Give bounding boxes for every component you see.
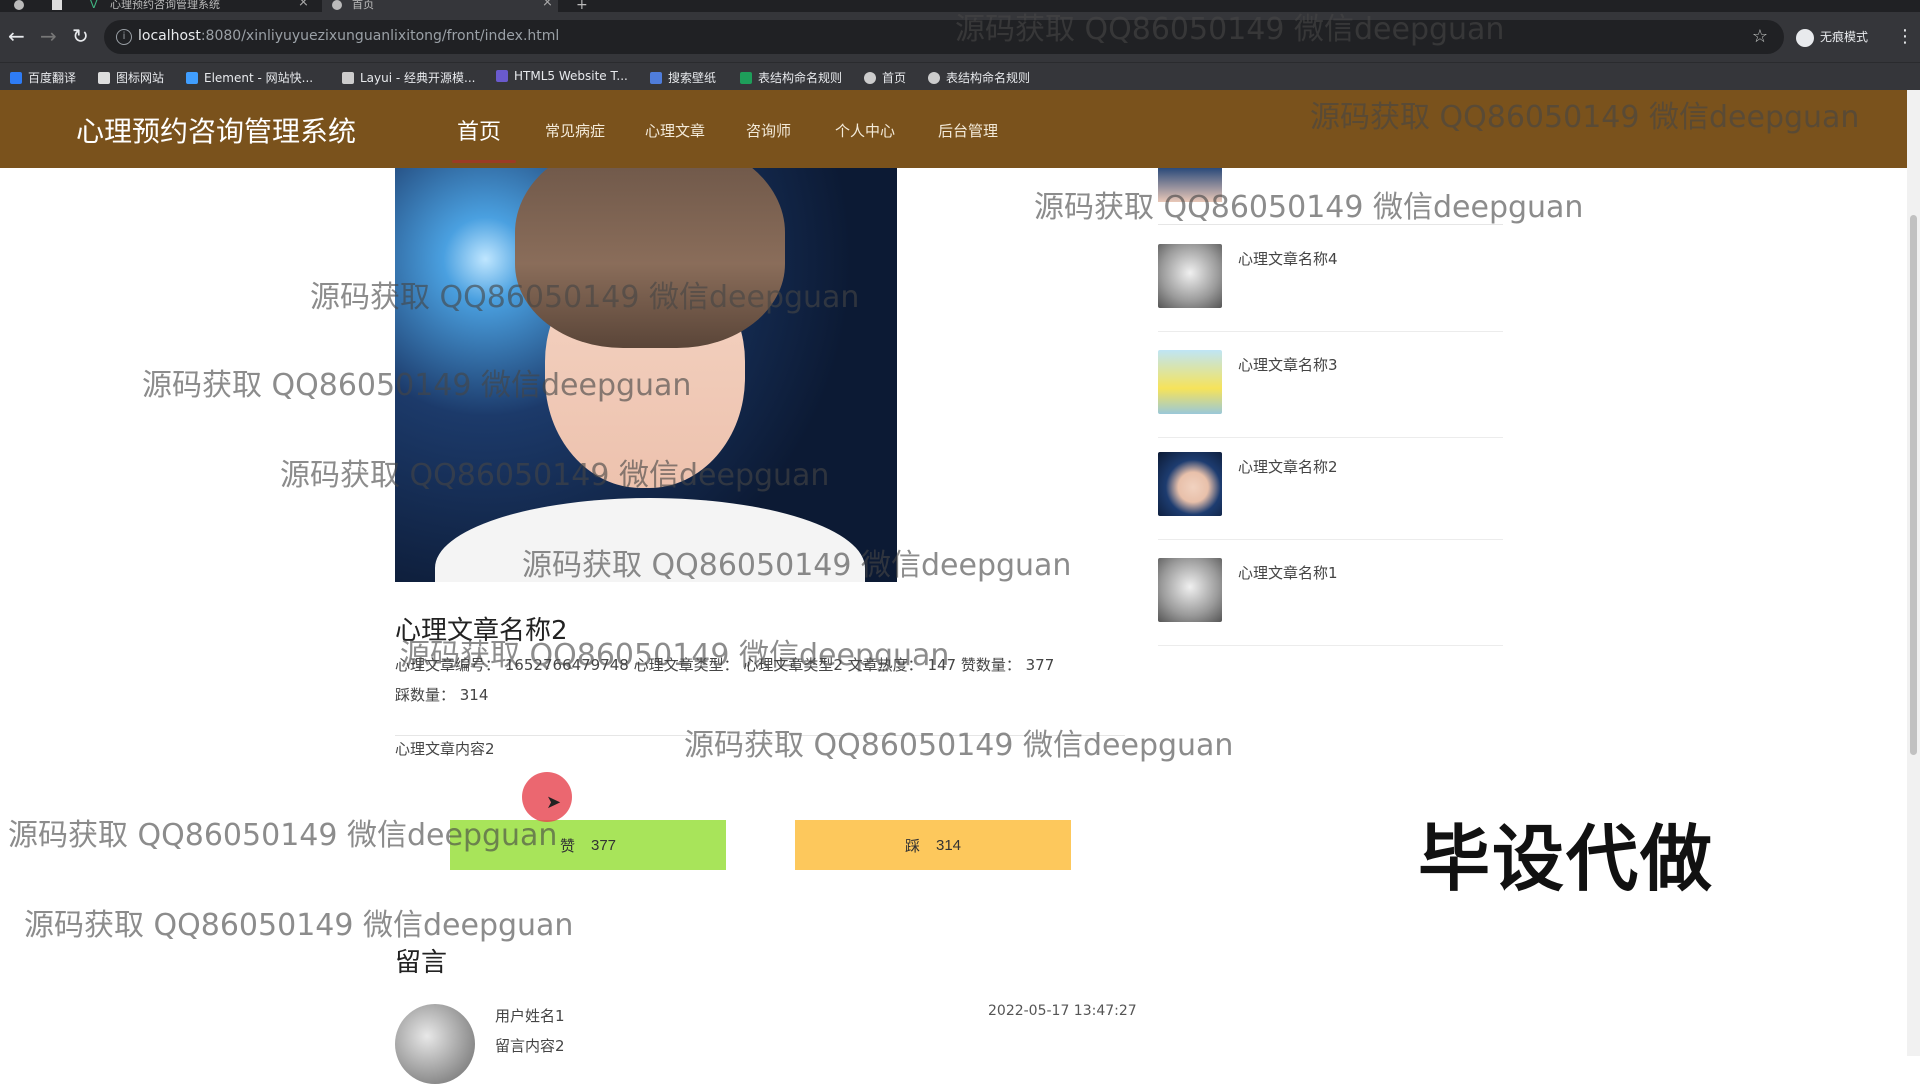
address-bar: ← → ↻ i localhost:8080/xinliyuyuezixungu…	[0, 12, 1920, 62]
article-meta: 心理文章编号： 1652766479748 心理文章类型： 心理文章类型2 文章…	[395, 656, 1055, 674]
url-text: localhost:8080/xinliyuyuezixunguanlixito…	[138, 28, 560, 44]
bookmark-item[interactable]: Layui - 经典开源模...	[342, 69, 475, 86]
comment-timestamp: 2022-05-17 13:47:27	[988, 1003, 1137, 1019]
bookmark-item[interactable]: 表结构命名规则	[928, 69, 1030, 86]
site-title[interactable]: 心理预约咨询管理系统	[76, 110, 356, 150]
article-dislike-meta: 踩数量： 314	[395, 686, 489, 704]
nav-counselors[interactable]: 咨询师	[746, 120, 791, 141]
comments-heading: 留言	[395, 948, 448, 978]
divider	[395, 735, 1125, 736]
nav-common-symptoms[interactable]: 常见病症	[545, 120, 605, 141]
nav-personal-center[interactable]: 个人中心	[835, 120, 895, 141]
sheet-icon	[740, 72, 752, 84]
sidebar-article-item[interactable]: 心理文章名称2	[1158, 434, 1503, 540]
globe-icon	[332, 0, 342, 10]
sidebar-article-item[interactable]: 心理文章名称1	[1158, 540, 1503, 646]
close-icon[interactable]: ×	[298, 0, 309, 9]
article-thumbnail	[1158, 350, 1222, 414]
bookmark-item[interactable]: 百度翻译	[10, 69, 76, 86]
article-thumbnail	[1158, 244, 1222, 308]
sidebar-article-title: 心理文章名称4	[1238, 250, 1338, 268]
sidebar-article-item[interactable]: 心理文章名称4	[1158, 226, 1503, 332]
promo-stamp: 毕设代做	[1418, 817, 1715, 901]
more-icon[interactable]: ⋮	[1896, 26, 1914, 47]
bookmark-item[interactable]: 首页	[864, 69, 906, 86]
tab-overview-icon[interactable]	[52, 0, 72, 12]
browser-menu-icon[interactable]	[14, 0, 34, 12]
sidebar-article-item[interactable]: 心理文章名称3	[1158, 332, 1503, 438]
watermark-text: 源码获取 QQ86050149 微信deepguan	[684, 728, 1234, 763]
bookmark-item[interactable]: 图标网站	[98, 69, 164, 86]
nav-active-indicator	[452, 160, 516, 163]
article-thumbnail	[1158, 452, 1222, 516]
scrollbar-thumb[interactable]	[1910, 215, 1917, 755]
mouse-cursor-icon: ➤	[546, 792, 562, 813]
bookmarks-bar: 百度翻译 图标网站 Element - 网站快... Layui - 经典开源模…	[0, 62, 1920, 91]
article-thumbnail	[1158, 558, 1222, 622]
layui-icon	[342, 72, 354, 84]
vue-icon: V	[90, 0, 98, 11]
sidebar-article-title: 心理文章名称3	[1238, 356, 1338, 374]
bookmark-item[interactable]: 搜索壁纸	[650, 69, 716, 86]
element-icon	[186, 72, 198, 84]
new-tab-icon[interactable]: +	[576, 0, 588, 12]
watermark-text: 源码获取 QQ86050149 微信deepguan	[1034, 190, 1584, 225]
close-icon[interactable]: ×	[542, 0, 553, 9]
dislike-button[interactable]: 踩 314	[795, 820, 1071, 870]
article-cover-image	[395, 168, 897, 582]
nav-home[interactable]: 首页	[457, 114, 501, 146]
nav-admin[interactable]: 后台管理	[938, 120, 998, 141]
sidebar-article-title: 心理文章名称2	[1238, 458, 1338, 476]
avatar	[395, 1004, 475, 1084]
sidebar-partial-thumb[interactable]	[1158, 168, 1222, 202]
sidebar-article-title: 心理文章名称1	[1238, 564, 1338, 582]
forward-icon[interactable]: →	[40, 25, 57, 47]
bookmark-item[interactable]: HTML5 Website T...	[496, 69, 628, 83]
wallpaper-icon	[650, 72, 662, 84]
divider	[1158, 224, 1503, 225]
nav-articles[interactable]: 心理文章	[645, 120, 705, 141]
watermark-text: 源码获取 QQ86050149 微信deepguan	[24, 908, 574, 943]
bookmark-item[interactable]: 表结构命名规则	[740, 69, 842, 86]
incognito-indicator[interactable]: 无痕模式	[1796, 28, 1868, 47]
browser-tab-strip: V 心理预约咨询管理系统 × 首页 × +	[0, 0, 1920, 12]
incognito-icon	[1796, 28, 1814, 47]
article-content: 心理文章内容2	[395, 740, 495, 758]
page-scrollbar[interactable]	[1907, 90, 1920, 1056]
tab-home[interactable]: 首页 ×	[322, 0, 558, 12]
flag-icon	[98, 72, 110, 84]
url-input[interactable]: i localhost:8080/xinliyuyuezixunguanlixi…	[104, 20, 1784, 54]
comment-user-name: 用户姓名1	[495, 1007, 565, 1025]
html5-icon	[496, 70, 508, 82]
reload-icon[interactable]: ↻	[72, 25, 89, 47]
article-title: 心理文章名称2	[395, 616, 568, 646]
info-icon[interactable]: i	[116, 29, 132, 45]
bookmark-star-icon[interactable]: ☆	[1752, 26, 1768, 47]
tab-system[interactable]: V 心理预约咨询管理系统 ×	[90, 0, 318, 12]
comment-content: 留言内容2	[495, 1037, 565, 1055]
back-icon[interactable]: ←	[8, 25, 25, 47]
bookmark-item[interactable]: Element - 网站快...	[186, 69, 313, 86]
like-button[interactable]: 赞 377	[450, 820, 726, 870]
translate-icon	[10, 72, 22, 84]
globe-icon	[928, 72, 940, 84]
globe-icon	[864, 72, 876, 84]
site-header: 心理预约咨询管理系统 首页 常见病症 心理文章 咨询师 个人中心 后台管理	[0, 90, 1907, 168]
